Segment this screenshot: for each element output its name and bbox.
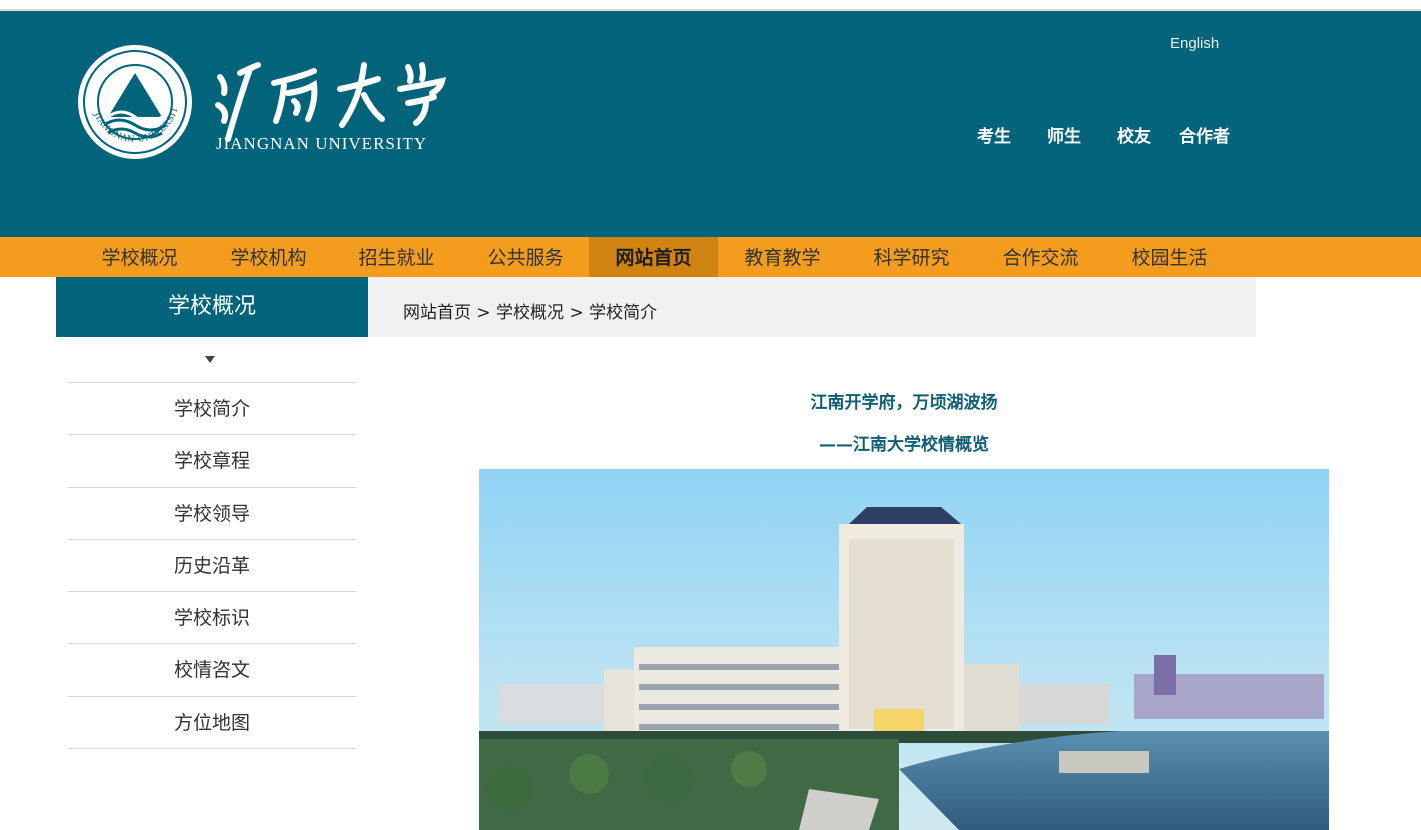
breadcrumb-bar: 网站首页 > 学校概况 > 学校简介	[368, 277, 1256, 337]
main-nav: 学校概况 学校机构 招生就业 公共服务 网站首页 教育教学 科学研究 合作交流 …	[0, 237, 1421, 277]
article-title: 江南开学府，万顷湖波扬	[810, 393, 998, 413]
audience-link-alumni[interactable]: 校友	[1117, 122, 1179, 147]
site-header: JIANGNAN UNIVERSITY JIANGN	[0, 11, 1421, 237]
sidebar-title: 学校概况	[56, 277, 368, 337]
breadcrumb[interactable]: 网站首页 > 学校概况 > 学校简介	[403, 298, 657, 323]
sidebar-menu: 学校简介 学校章程 学校领导 历史沿革 学校标识 校情咨文 方位地图	[68, 382, 356, 750]
article-subtitle: ——江南大学校情概览	[819, 435, 989, 455]
top-border	[0, 0, 1421, 11]
nav-item-cooperation[interactable]: 合作交流	[976, 237, 1105, 277]
nav-item-admissions[interactable]: 招生就业	[332, 237, 461, 277]
sidebar-item-charter[interactable]: 学校章程	[68, 435, 356, 488]
sidebar-item-map[interactable]: 方位地图	[68, 697, 356, 750]
nav-item-research[interactable]: 科学研究	[847, 237, 976, 277]
audience-link-partners[interactable]: 合作者	[1179, 122, 1230, 147]
audience-nav: 考生 师生 校友 合作者	[977, 122, 1230, 147]
english-link[interactable]: English	[1170, 35, 1219, 52]
sidebar-item-intro[interactable]: 学校简介	[68, 383, 356, 436]
audience-link-faculty-students[interactable]: 师生	[1047, 122, 1117, 147]
sidebar-item-history[interactable]: 历史沿革	[68, 540, 356, 593]
seal-icon: JIANGNAN UNIVERSITY	[74, 38, 447, 159]
caret-down-icon	[205, 356, 215, 363]
nav-item-organization[interactable]: 学校机构	[204, 237, 333, 277]
brand-english-name: JIANGNAN UNIVERSITY	[216, 134, 428, 153]
sidebar-item-report[interactable]: 校情咨文	[68, 644, 356, 697]
nav-item-home[interactable]: 网站首页	[589, 237, 718, 277]
sidebar-item-leadership[interactable]: 学校领导	[68, 488, 356, 540]
audience-link-candidates[interactable]: 考生	[977, 122, 1047, 147]
nav-item-overview[interactable]: 学校概况	[75, 237, 204, 277]
nav-item-public-services[interactable]: 公共服务	[461, 237, 590, 277]
campus-photo	[479, 469, 1329, 830]
nav-item-education[interactable]: 教育教学	[718, 237, 847, 277]
sidebar-item-identity[interactable]: 学校标识	[68, 592, 356, 645]
university-logo[interactable]: JIANGNAN UNIVERSITY JIANGN	[74, 38, 458, 175]
nav-item-campus-life[interactable]: 校园生活	[1105, 237, 1234, 277]
